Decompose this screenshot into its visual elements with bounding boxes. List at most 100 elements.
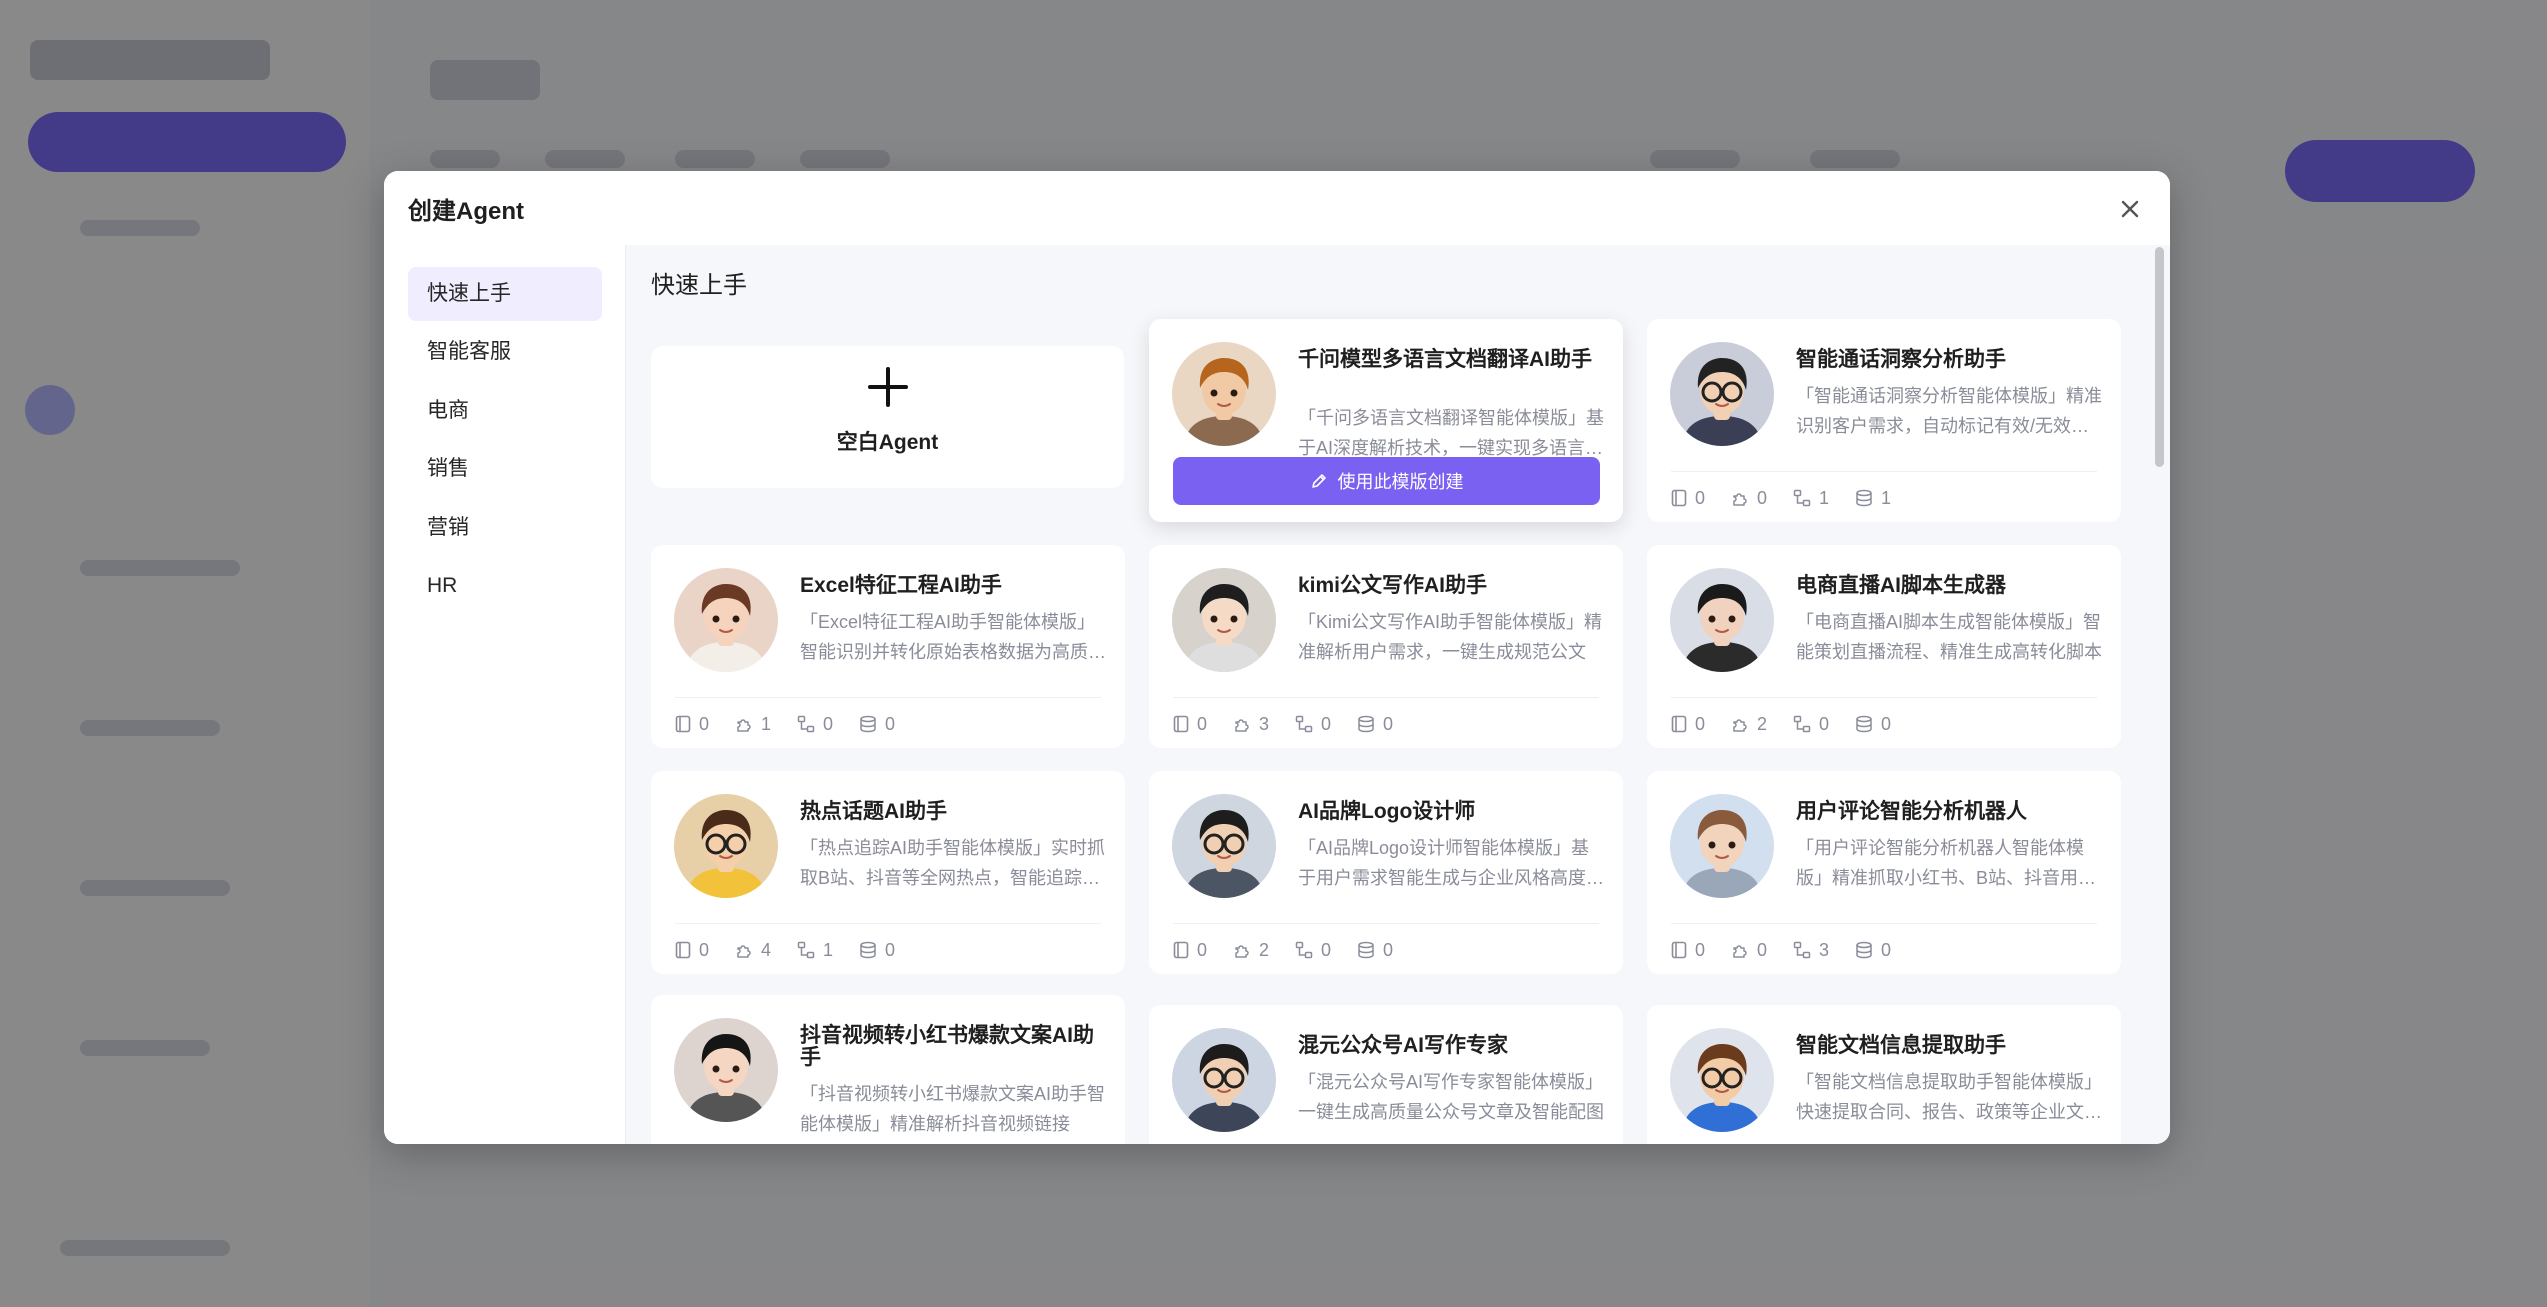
stat-value: 0 — [1819, 713, 1830, 734]
plugin-count: 2 — [1233, 939, 1269, 961]
database-icon — [859, 941, 885, 959]
use-template-label: 使用此模版创建 — [1337, 472, 1464, 492]
stat-value: 0 — [1321, 713, 1332, 734]
book-icon — [675, 715, 699, 733]
template-title: 抖音视频转小红书爆款文案AI助手 — [800, 1024, 1094, 1069]
stat-value: 0 — [1757, 939, 1768, 960]
template-stats: 0 4 1 0 — [675, 939, 921, 961]
template-avatar — [674, 1018, 778, 1122]
stat-value: 0 — [885, 713, 896, 734]
stat-value: 2 — [1259, 939, 1270, 960]
plugin-count: 0 — [1731, 939, 1767, 961]
template-description: 「Excel特征工程AI助手智能体模版」智能识别并转化原始表格数据为高质量特征 — [800, 612, 1106, 662]
card-divider — [675, 697, 1101, 698]
template-title: 用户评论智能分析机器人 — [1796, 800, 2027, 823]
database-icon — [859, 715, 885, 733]
stat-value: 1 — [1819, 487, 1830, 508]
workflow-icon — [797, 941, 823, 959]
knowledge-count: 0 — [1671, 939, 1705, 961]
template-card[interactable]: kimi公文写作AI助手 「Kimi公文写作AI助手智能体模版」精准解析用户需求，… — [1149, 545, 1623, 748]
plugin-count: 1 — [735, 713, 771, 735]
database-icon — [1357, 941, 1383, 959]
template-card[interactable]: 抖音视频转小红书爆款文案AI助手 「抖音视频转小红书爆款文案AI助手智能体模版」精… — [651, 995, 1125, 1144]
book-icon — [1173, 715, 1197, 733]
plus-icon — [868, 367, 908, 407]
knowledge-count: 0 — [1671, 487, 1705, 509]
puzzle-icon — [1731, 715, 1757, 733]
category-item-customer-service[interactable]: 智能客服 — [408, 325, 602, 379]
template-stats: 0 0 3 0 — [1671, 939, 1917, 961]
modal-body: 快速上手 智能客服 电商 销售 营销 HR 快速上手 空白Agent 千问模型多… — [384, 245, 2170, 1144]
stat-value: 0 — [1321, 939, 1332, 960]
template-title: Excel特征工程AI助手 — [800, 574, 1002, 597]
category-item-quick-start[interactable]: 快速上手 — [408, 267, 602, 321]
workflow-count: 1 — [797, 939, 833, 961]
modal-header: 创建Agent — [384, 171, 2170, 245]
stat-value: 2 — [1757, 713, 1768, 734]
category-item-sales[interactable]: 销售 — [408, 442, 602, 496]
book-icon — [1671, 489, 1695, 507]
stat-value: 0 — [1881, 713, 1892, 734]
card-divider — [1671, 471, 2097, 472]
scrollbar-thumb[interactable] — [2155, 247, 2164, 467]
template-avatar — [1172, 794, 1276, 898]
template-stats: 0 2 0 0 — [1173, 939, 1419, 961]
database-icon — [1357, 715, 1383, 733]
template-stats: 0 2 0 0 — [1671, 713, 1917, 735]
stat-value: 0 — [1695, 939, 1706, 960]
database-count: 0 — [1357, 939, 1393, 961]
category-item-marketing[interactable]: 营销 — [408, 501, 602, 555]
use-template-button[interactable]: 使用此模版创建 — [1173, 457, 1600, 505]
template-title: 热点话题AI助手 — [800, 800, 947, 823]
card-divider — [1173, 923, 1599, 924]
template-avatar — [1172, 568, 1276, 672]
workflow-count: 0 — [1295, 939, 1331, 961]
template-card[interactable]: 用户评论智能分析机器人 「用户评论智能分析机器人智能体模版」精准抓取小红书、B站、… — [1647, 771, 2121, 974]
close-icon[interactable] — [2118, 197, 2142, 221]
database-count: 1 — [1855, 487, 1891, 509]
template-avatar — [674, 794, 778, 898]
template-card[interactable]: AI品牌Logo设计师 「AI品牌Logo设计师智能体模版」基于用户需求智能生成与… — [1149, 771, 1623, 974]
category-nav: 快速上手 智能客服 电商 销售 营销 HR — [384, 245, 626, 1144]
stat-value: 0 — [1695, 487, 1706, 508]
card-divider — [1671, 697, 2097, 698]
template-description: 「电商直播AI脚本生成智能体模版」智能策划直播流程、精准生成高转化脚本 — [1796, 612, 2102, 662]
stat-value: 0 — [1695, 713, 1706, 734]
blank-agent-card[interactable]: 空白Agent — [651, 346, 1124, 488]
workflow-count: 3 — [1793, 939, 1829, 961]
template-content[interactable]: 快速上手 空白Agent 千问模型多语言文档翻译AI助手 「千问多语言文档翻译智能… — [626, 245, 2170, 1144]
database-count: 0 — [1855, 939, 1891, 961]
book-icon — [675, 941, 699, 959]
template-avatar — [1172, 342, 1276, 446]
card-divider — [1173, 697, 1599, 698]
card-divider — [675, 923, 1101, 924]
stat-value: 0 — [699, 939, 710, 960]
template-avatar — [1172, 1028, 1276, 1132]
template-card[interactable]: 智能文档信息提取助手 「智能文档信息提取助手智能体模版」快速提取合同、报告、政策等… — [1647, 1005, 2121, 1144]
template-title: kimi公文写作AI助手 — [1298, 574, 1488, 597]
template-description: 「千问多语言文档翻译智能体模版」基于AI深度解析技术，一键实现多语言文档翻译 — [1298, 408, 1604, 458]
template-card[interactable]: 混元公众号AI写作专家 「混元公众号AI写作专家智能体模版」一键生成高质量公众号文… — [1149, 1005, 1623, 1144]
template-title: 混元公众号AI写作专家 — [1298, 1034, 1508, 1057]
template-title: 电商直播AI脚本生成器 — [1796, 574, 2006, 597]
template-card[interactable]: 电商直播AI脚本生成器「电商直播AI脚本生成智能体模版」智能策划直播流程、精准生… — [1647, 545, 2121, 748]
book-icon — [1671, 941, 1695, 959]
category-item-ecommerce[interactable]: 电商 — [408, 384, 602, 438]
section-title: 快速上手 — [651, 272, 747, 299]
database-icon — [1855, 941, 1881, 959]
stat-value: 4 — [761, 939, 772, 960]
template-card[interactable]: 千问模型多语言文档翻译AI助手 「千问多语言文档翻译智能体模版」基于AI深度解析技… — [1149, 319, 1623, 522]
puzzle-icon — [735, 941, 761, 959]
template-card[interactable]: Excel特征工程AI助手「Excel特征工程AI助手智能体模版」智能识别并转化… — [651, 545, 1125, 748]
puzzle-icon — [1233, 715, 1259, 733]
database-count: 0 — [1357, 713, 1393, 735]
template-card[interactable]: 热点话题AI助手「热点追踪AI助手智能体模版」实时抓取B站、抖音等全网热点，智能… — [651, 771, 1125, 974]
stat-value: 3 — [1259, 713, 1270, 734]
template-description: 「热点追踪AI助手智能体模版」实时抓取B站、抖音等全网热点，智能追踪热门话题 — [800, 838, 1106, 888]
template-stats: 0 0 1 1 — [1671, 487, 1917, 509]
workflow-icon — [1793, 715, 1819, 733]
template-card[interactable]: 智能通话洞察分析助手 「智能通话洞察分析智能体模版」精准识别客户需求，自动标记有效… — [1647, 319, 2121, 522]
category-item-hr[interactable]: HR — [408, 559, 602, 613]
stat-value: 1 — [761, 713, 772, 734]
create-agent-modal: 创建Agent 快速上手 智能客服 电商 销售 营销 HR 快速上手 空白Age… — [384, 171, 2170, 1144]
